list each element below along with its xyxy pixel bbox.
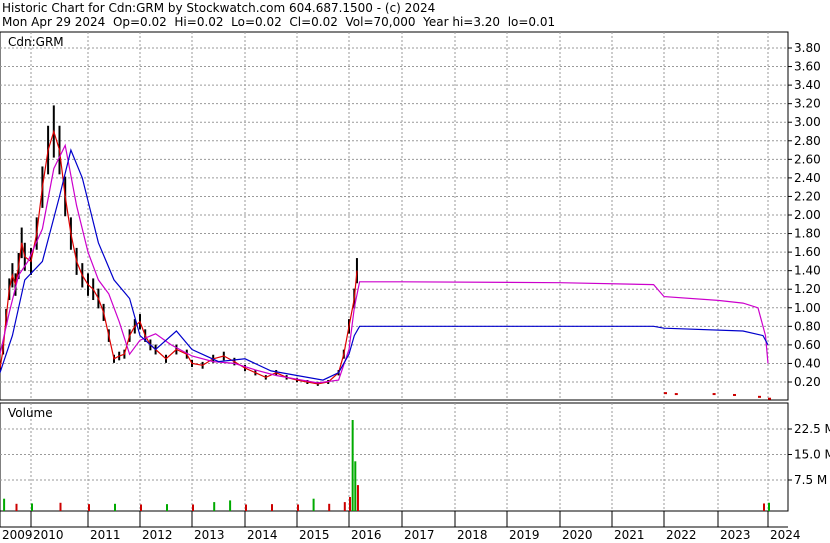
volume-bar <box>768 502 770 511</box>
volume-bar <box>31 503 33 511</box>
price-tick-label: 0.40 <box>794 356 821 370</box>
volume-bar <box>15 503 18 511</box>
x-axis: 2009 2010 2011 2012 2013 2014 2015 2016 2017 2018… <box>0 511 801 542</box>
price-tick-label: 2.00 <box>794 208 821 222</box>
volume-bar <box>328 503 331 511</box>
volume-bar <box>140 504 142 511</box>
volume-bar <box>349 497 351 511</box>
year-tick-label: 2024 <box>770 528 801 542</box>
volume-panel-title: Volume <box>8 406 53 420</box>
price-y-axis: 3.80 3.60 3.40 3.20 3.00 2.80 2.60 2.40 2.20 2.00… <box>788 41 821 389</box>
stock-chart: 3.80 3.60 3.40 3.20 3.00 2.80 2.60 2.40 2.20 2.00… <box>0 31 830 542</box>
volume-panel: 22.5 M 15.0 M 7.5 M Volume <box>0 402 830 512</box>
volume-bar <box>166 504 168 511</box>
volume-bar <box>297 504 299 511</box>
volume-bar <box>356 485 359 511</box>
price-tick-label: 2.80 <box>794 134 821 148</box>
late-trade-mark <box>758 395 761 398</box>
volume-bar <box>88 504 90 511</box>
price-tick-label: 1.00 <box>794 301 821 315</box>
volume-bar <box>59 502 62 511</box>
price-tick-label: 2.20 <box>794 189 821 203</box>
year-tick-label: 2012 <box>142 528 173 542</box>
price-tick-label: 3.00 <box>794 115 821 129</box>
year-tick-label: 2013 <box>194 528 225 542</box>
volume-bar <box>3 498 6 511</box>
volume-bar <box>192 504 194 511</box>
volume-bar <box>245 504 247 511</box>
late-trade-mark <box>674 393 678 396</box>
price-tick-label: 0.60 <box>794 338 821 352</box>
price-panel: 3.80 3.60 3.40 3.20 3.00 2.80 2.60 2.40 2.20 2.00… <box>0 31 821 401</box>
year-tick-label: 2019 <box>509 528 540 542</box>
price-tick-label: 3.20 <box>794 97 821 111</box>
volume-bar <box>763 503 765 511</box>
year-tick-label: 2010 <box>33 528 64 542</box>
volume-bar <box>343 502 346 511</box>
year-tick-label: 2009 <box>2 528 33 542</box>
late-trade-mark <box>733 393 736 396</box>
price-tick-label: 3.40 <box>794 78 821 92</box>
year-tick-label: 2020 <box>562 528 593 542</box>
year-tick-label: 2011 <box>90 528 121 542</box>
volume-bar <box>351 420 354 511</box>
volume-bar <box>312 498 315 511</box>
price-tick-label: 3.80 <box>794 41 821 55</box>
late-trade-mark <box>768 397 771 400</box>
price-tick-label: 1.80 <box>794 227 821 241</box>
price-panel-title: Cdn:GRM <box>8 35 64 49</box>
volume-bar <box>229 500 232 511</box>
price-tick-label: 2.60 <box>794 152 821 166</box>
late-trade-mark <box>712 393 716 396</box>
volume-plot-frame <box>0 402 789 512</box>
year-tick-label: 2014 <box>247 528 278 542</box>
year-tick-label: 2023 <box>720 528 751 542</box>
volume-y-axis: 22.5 M 15.0 M 7.5 M <box>788 422 830 487</box>
price-tick-label: 1.20 <box>794 282 821 296</box>
volume-tick-label: 7.5 M <box>794 473 827 487</box>
volume-tick-label: 15.0 M <box>794 448 830 462</box>
price-tick-label: 1.60 <box>794 245 821 259</box>
year-tick-label: 2022 <box>666 528 697 542</box>
volume-bar <box>114 503 116 511</box>
volume-bar <box>213 502 216 511</box>
price-tick-label: 2.40 <box>794 171 821 185</box>
year-tick-label: 2017 <box>404 528 435 542</box>
price-tick-label: 3.60 <box>794 60 821 74</box>
year-tick-label: 2018 <box>457 528 488 542</box>
price-tick-label: 0.80 <box>794 319 821 333</box>
year-tick-label: 2021 <box>614 528 645 542</box>
late-trade-mark <box>664 392 667 395</box>
price-tick-label: 1.40 <box>794 264 821 278</box>
year-tick-label: 2016 <box>351 528 382 542</box>
volume-tick-label: 22.5 M <box>794 422 830 436</box>
volume-bar <box>354 461 357 511</box>
volume-bar <box>271 504 273 511</box>
year-tick-label: 2015 <box>299 528 330 542</box>
price-tick-label: 0.20 <box>794 375 821 389</box>
